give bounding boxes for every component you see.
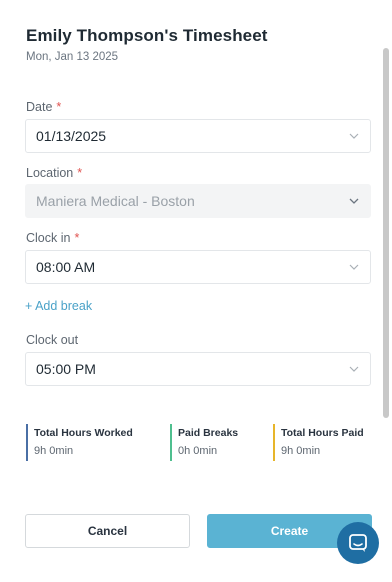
location-value: Maniera Medical - Boston — [36, 193, 195, 209]
clock-out-label-text: Clock out — [26, 333, 79, 347]
summary-accent-bar — [273, 424, 275, 461]
add-break-link[interactable]: + Add break — [25, 299, 92, 313]
location-select: Maniera Medical - Boston — [25, 184, 371, 218]
summary-title: Total Hours Paid — [281, 427, 364, 439]
chat-bubble-icon — [349, 534, 367, 552]
summary-value: 9h 0min — [34, 445, 74, 457]
chat-button[interactable] — [337, 522, 379, 564]
summary-total-hours-worked: Total Hours Worked 9h 0min — [26, 424, 133, 462]
date-label: Date * — [26, 100, 61, 114]
summary-accent-bar — [26, 424, 28, 461]
date-label-text: Date — [26, 100, 53, 114]
summary-accent-bar — [170, 424, 172, 461]
clock-in-field[interactable]: 08:00 AM — [25, 250, 371, 284]
clock-in-value: 08:00 AM — [36, 259, 96, 275]
chevron-down-icon — [348, 130, 360, 142]
location-label-text: Location — [26, 166, 74, 180]
required-marker: * — [74, 231, 80, 245]
cancel-button[interactable]: Cancel — [25, 514, 190, 548]
summary-title: Paid Breaks — [178, 427, 239, 439]
summary-title: Total Hours Worked — [34, 427, 133, 439]
chevron-down-icon — [348, 195, 360, 207]
required-marker: * — [77, 166, 83, 180]
date-field[interactable]: 01/13/2025 — [25, 119, 371, 153]
required-marker: * — [56, 100, 62, 114]
page-title: Emily Thompson's Timesheet — [26, 26, 268, 45]
summary-total-hours-paid: Total Hours Paid 9h 0min — [273, 424, 364, 462]
chevron-down-icon — [348, 363, 360, 375]
location-label: Location * — [26, 166, 82, 180]
summary-value: 9h 0min — [281, 445, 321, 457]
clock-in-label-text: Clock in — [26, 231, 71, 245]
summary-paid-breaks: Paid Breaks 0h 0min — [170, 424, 238, 462]
timesheet-date: Mon, Jan 13 2025 — [26, 51, 119, 63]
clock-out-label: Clock out — [26, 333, 78, 347]
date-value: 01/13/2025 — [36, 128, 107, 144]
scrollbar-thumb[interactable] — [383, 48, 389, 418]
chevron-down-icon — [348, 261, 360, 273]
clock-in-label: Clock in * — [26, 231, 79, 245]
summary-value: 0h 0min — [178, 445, 218, 457]
clock-out-field[interactable]: 05:00 PM — [25, 352, 371, 386]
clock-out-value: 05:00 PM — [36, 361, 96, 377]
scrollbar-track[interactable] — [382, 18, 392, 563]
